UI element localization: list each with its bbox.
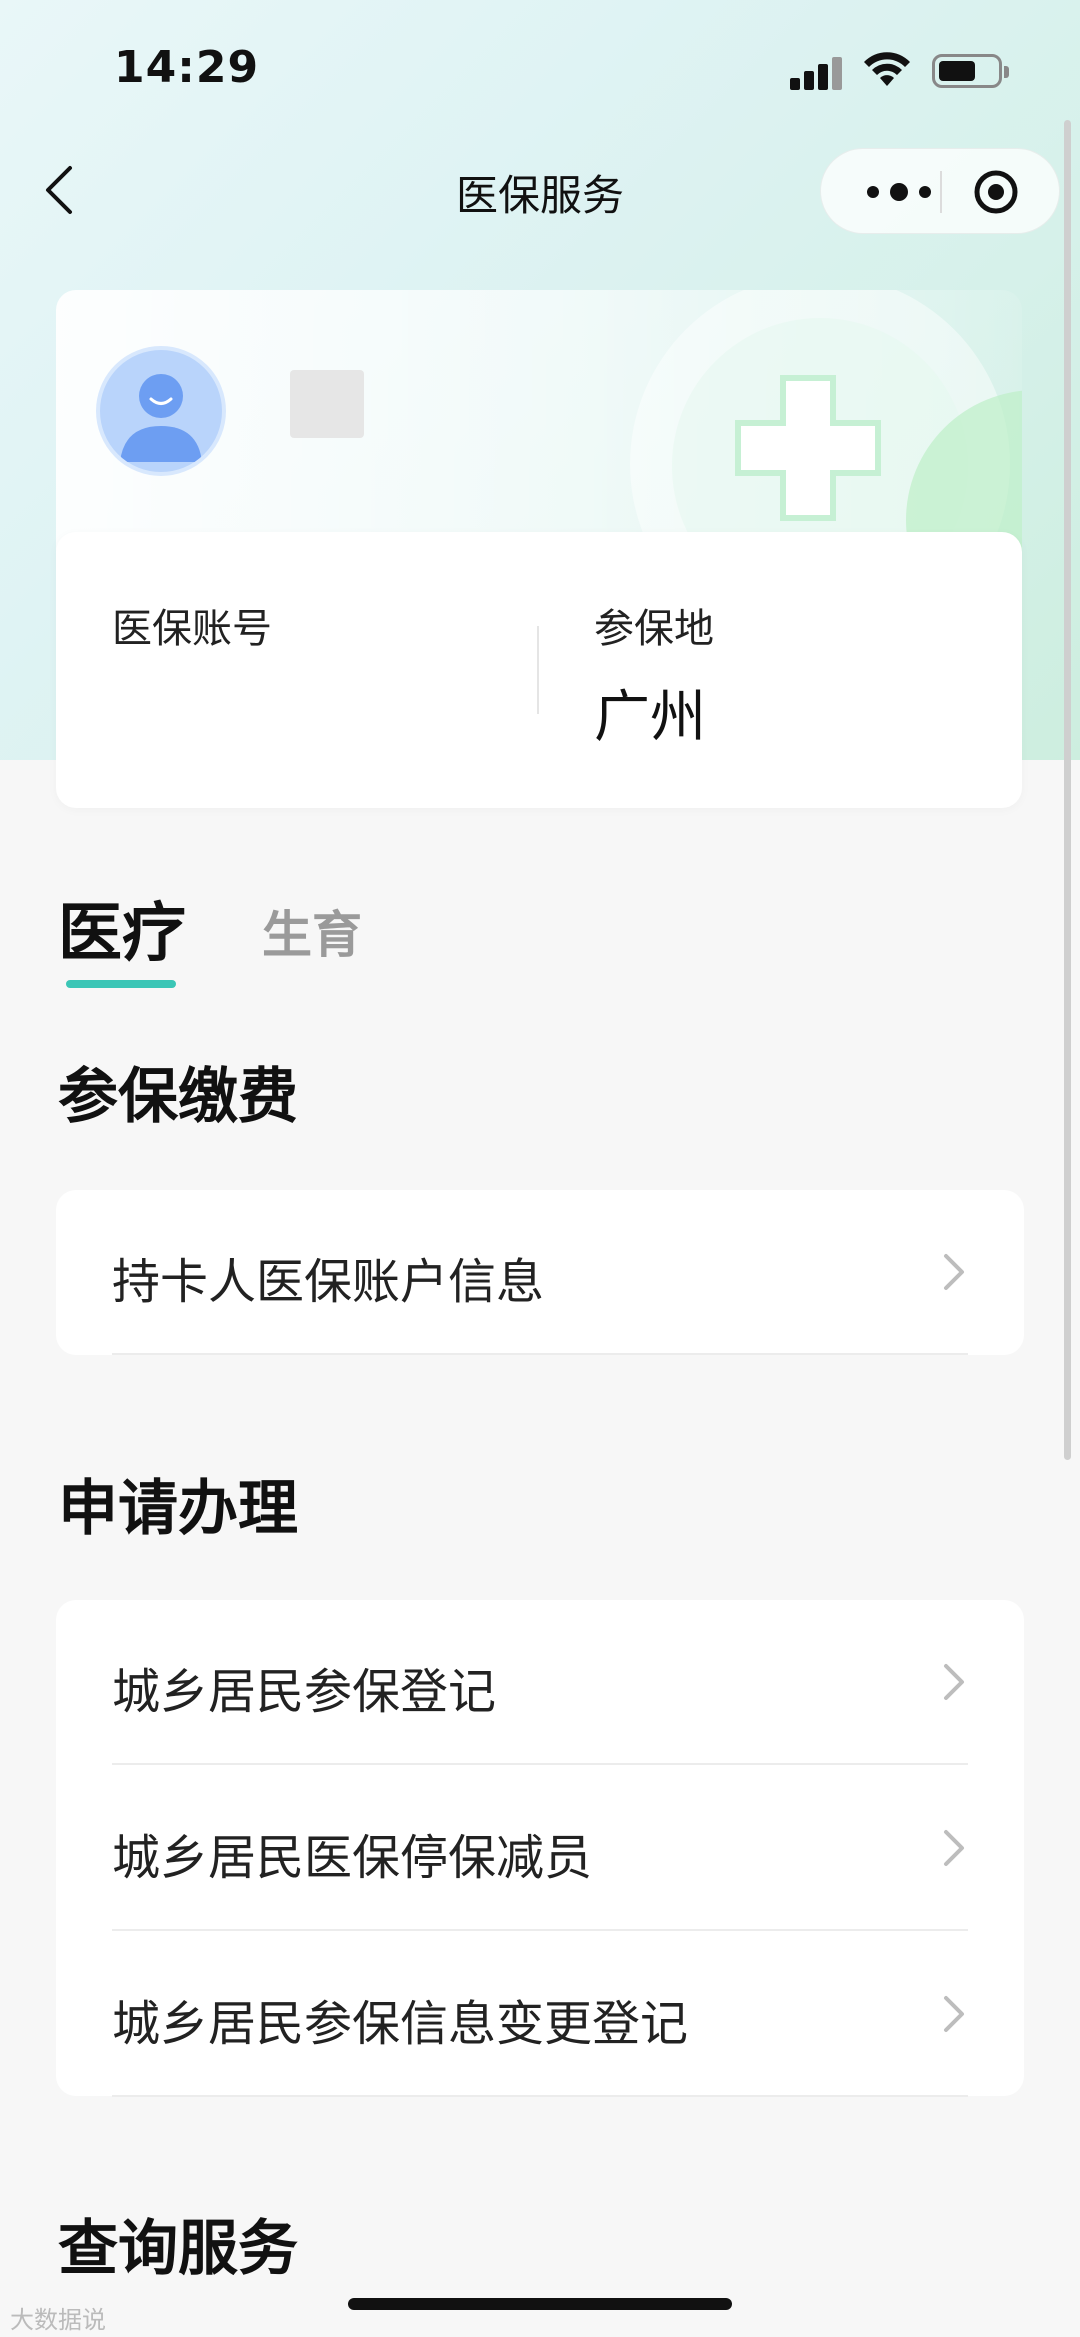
cellular-signal-icon — [790, 54, 844, 90]
list-item-label: 城乡居民参保登记 — [112, 1664, 497, 1720]
more-icon[interactable] — [859, 179, 939, 205]
chevron-right-icon — [944, 1664, 964, 1700]
list-item-resident-stop[interactable]: 城乡居民医保停保减员 — [56, 1766, 1024, 1931]
scrollbar[interactable] — [1064, 120, 1071, 1460]
username-redacted — [290, 370, 364, 438]
profile-info-card — [56, 532, 1022, 808]
chevron-right-icon — [944, 1830, 964, 1866]
wifi-icon — [864, 52, 910, 86]
section-title-payment: 参保缴费 — [58, 1062, 298, 1132]
capsule-divider — [940, 171, 942, 213]
region-label: 参保地 — [594, 606, 714, 652]
info-divider — [537, 626, 539, 714]
account-label: 医保账号 — [112, 606, 272, 652]
section-title-query: 查询服务 — [58, 2214, 298, 2284]
miniprogram-capsule — [820, 148, 1060, 234]
chevron-right-icon — [944, 1996, 964, 2032]
chevron-right-icon — [944, 1254, 964, 1290]
tab-medical[interactable]: 医疗 — [58, 882, 186, 974]
list-divider — [112, 1929, 968, 1931]
battery-icon — [932, 54, 1009, 88]
watermark: 大数据说 — [10, 2306, 106, 2334]
list-item-account-info[interactable]: 持卡人医保账户信息 — [56, 1190, 1024, 1355]
section-title-apply: 申请办理 — [58, 1474, 298, 1544]
close-target-icon[interactable] — [973, 169, 1019, 215]
list-item-resident-register[interactable]: 城乡居民参保登记 — [56, 1600, 1024, 1765]
list-divider — [112, 2095, 968, 2097]
list-divider — [112, 1353, 968, 1355]
user-icon — [120, 374, 202, 462]
status-bar: 14:29 — [0, 0, 1080, 130]
avatar[interactable] — [96, 346, 226, 476]
tab-maternity[interactable]: 生育 — [262, 895, 362, 967]
list-divider — [112, 1763, 968, 1765]
apply-list: 城乡居民参保登记 城乡居民医保停保减员 城乡居民参保信息变更登记 — [56, 1600, 1024, 2097]
active-tab-indicator — [66, 980, 176, 988]
region-value: 广州 — [594, 685, 706, 750]
list-item-label: 持卡人医保账户信息 — [112, 1254, 545, 1310]
status-time: 14:29 — [114, 42, 260, 93]
list-item-resident-change[interactable]: 城乡居民参保信息变更登记 — [56, 1932, 1024, 2097]
home-indicator[interactable] — [348, 2298, 732, 2310]
payment-list: 持卡人医保账户信息 — [56, 1190, 1024, 1355]
list-item-label: 城乡居民参保信息变更登记 — [112, 1996, 689, 2052]
list-item-label: 城乡居民医保停保减员 — [112, 1830, 593, 1886]
medical-cross-icon — [735, 375, 881, 521]
